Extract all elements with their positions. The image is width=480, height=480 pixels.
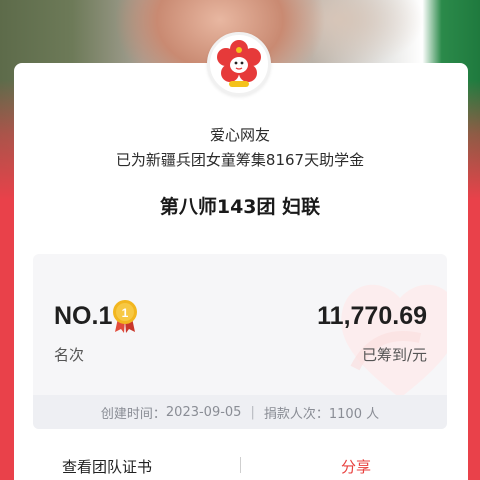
gold-medal-icon: 1 [113,300,137,333]
team-name: 第八师143团 妇联 [159,196,321,218]
amount-value: 11,770.69 [317,302,427,330]
heart-decoration-icon [341,284,447,398]
amount-label: 已筹到/元 [361,346,427,364]
action-bar: 查看团队证书 分享 [14,448,468,480]
donor-description: 已为新疆兵团女童筹集8167天助学金 [115,151,365,169]
rank-label: 名次 [54,346,85,364]
medal-number: 1 [122,306,129,320]
stats-panel: NO.1 1 名次 11,770.69 已筹到/元 创建时间： 2023-09-… [33,254,447,429]
meta-separator: | [250,404,255,420]
avatar [207,32,271,96]
share-button[interactable]: 分享 [341,456,371,477]
donors-count: 1100 人 [328,406,380,422]
action-divider [240,457,241,473]
donors-label: 捐款人次： [263,406,329,422]
created-label: 创建时间： [100,406,166,422]
created-date: 2023-09-05 [165,404,242,420]
rank-value: NO.1 [54,302,113,330]
meta-info: 创建时间： 2023-09-05 | 捐款人次： 1100 人 [33,395,447,429]
red-flower-mascot-icon [217,40,261,87]
view-certificate-button[interactable]: 查看团队证书 [62,456,152,477]
donor-name: 爱心网友 [209,126,270,144]
